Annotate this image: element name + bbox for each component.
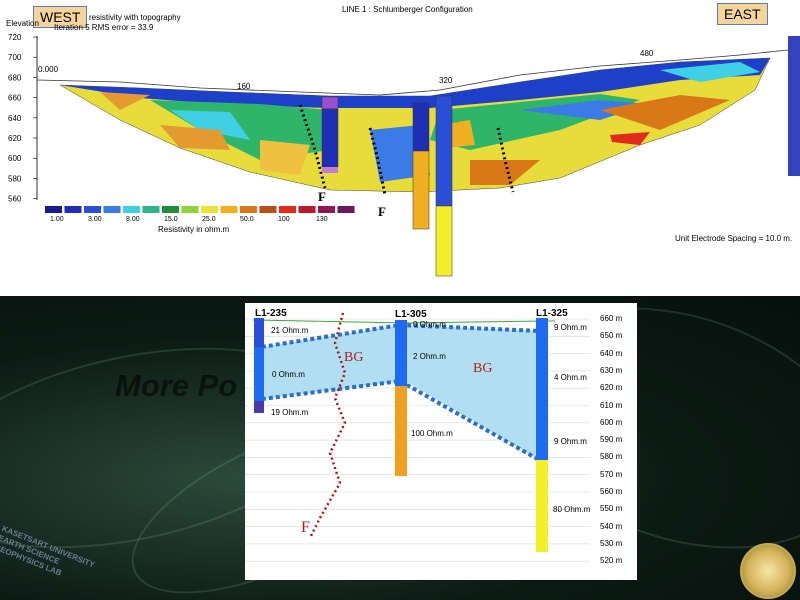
borehole-l1-325-yellow: [536, 460, 548, 552]
borehole-label-l1-325: L1-325: [536, 308, 568, 319]
legend-swatch: [84, 206, 101, 213]
legend-swatch: [240, 206, 257, 213]
resistivity-section-svg: 720 700 680 660 640 620 600 580 560 F F 1.00 3.0…: [8, 33, 800, 277]
resistivity-legend: 1.00 3.00 8.00 15.0 25.0 50.0 100 130: [45, 206, 355, 223]
zone-label-bg-1: BG: [344, 350, 364, 365]
borehole-3-upper: [435, 95, 453, 207]
elevation-tick: 590 m: [600, 435, 623, 445]
annotation-80-ohm: 80 Ohm.m: [553, 505, 591, 514]
y-axis-ticks: 720 700 680 660 640 620 600 580 560: [8, 33, 37, 204]
fault-label: F: [301, 519, 310, 536]
legend-value: 8.00: [126, 216, 140, 223]
elevation-tick: 650 m: [600, 331, 623, 341]
legend-value: 130: [316, 216, 328, 223]
y-tick-label: 560: [8, 195, 22, 204]
elevation-tick: 580 m: [600, 452, 623, 462]
elevation-tick: 550 m: [600, 504, 623, 514]
legend-swatch: [45, 206, 62, 213]
y-tick-label: 680: [8, 73, 22, 82]
legend-swatch: [162, 206, 179, 213]
legend-swatch: [279, 206, 296, 213]
borehole-l1-235-body: [254, 347, 264, 401]
section-title: LINE 1 : Schlumberger Configuration: [342, 5, 473, 14]
legend-caption: Resistivity in ohm.m: [158, 225, 230, 234]
borehole-3-lower: [435, 205, 453, 277]
annotation-100-ohm: 100 Ohm.m: [411, 429, 453, 438]
legend-value: 3.00: [88, 216, 102, 223]
resistivity-section-panel: 720 700 680 660 640 620 600 580 560 F F: [0, 0, 800, 296]
borehole-label-l1-305: L1-305: [395, 309, 427, 320]
borehole-1-upper: [321, 96, 339, 110]
annotation-19-ohm: 19 Ohm.m: [271, 408, 309, 417]
legend-value: 100: [278, 216, 290, 223]
borehole-l1-235-cap: [254, 318, 264, 347]
distance-label-0: 0.000: [38, 65, 59, 74]
legend-swatch: [318, 206, 335, 213]
annotation-9-ohm-a: 9 Ohm.m: [554, 323, 587, 332]
annotation-9-ohm-b: 9 Ohm.m: [554, 437, 587, 446]
borehole-1-lower: [321, 108, 339, 168]
elevation-tick: 610 m: [600, 400, 623, 410]
annotation-2-ohm: 2 Ohm.m: [413, 352, 446, 361]
subtitle-line-1: resistivity with topography: [89, 13, 181, 22]
legend-swatch: [123, 206, 140, 213]
electrode-spacing-note: Unit Electrode Spacing = 10.0 m.: [675, 234, 793, 243]
east-label: EAST: [717, 3, 768, 25]
legend-value: 25.0: [202, 216, 216, 223]
y-tick-label: 720: [8, 33, 22, 42]
legend-swatch: [201, 206, 218, 213]
elevation-tick: 620 m: [600, 383, 623, 393]
y-tick-label: 600: [8, 154, 22, 163]
legend-swatch: [142, 206, 160, 213]
borehole-2-upper: [412, 102, 430, 152]
annotation-0-ohm-a: 0 Ohm.m: [272, 370, 305, 379]
elevation-label: Elevation: [6, 19, 39, 28]
elevation-tick: 630 m: [600, 365, 623, 375]
legend-swatch: [220, 206, 238, 213]
annotation-0-ohm-b: 0 Ohm.m: [413, 320, 446, 329]
y-tick-label: 620: [8, 134, 22, 143]
fault-marker-1: F: [318, 189, 326, 204]
borehole-correlation-panel: L1-235 L1-305 L1-325 21 Ohm.m 0 Ohm.m 19…: [245, 303, 637, 580]
borehole-l1-305-orange: [395, 386, 407, 476]
elevation-tick: 560 m: [600, 487, 623, 496]
legend-swatch: [64, 206, 82, 213]
borehole-2-lower: [412, 150, 430, 230]
elevation-tick: 530 m: [600, 538, 623, 548]
zone-label-bg-2: BG: [473, 361, 493, 376]
university-logo: [740, 543, 796, 599]
borehole-l1-305-blue: [395, 320, 407, 386]
annotation-4-ohm: 4 Ohm.m: [554, 373, 587, 382]
fault-marker-2: F: [378, 204, 386, 219]
subtitle-line-2: Iteration 5 RMS error = 33.9: [54, 23, 154, 32]
distance-label-480: 480: [640, 49, 654, 58]
elevation-tick: 600 m: [600, 417, 623, 427]
elevation-tick: 540 m: [600, 521, 623, 531]
elevation-tick: 520 m: [600, 556, 623, 566]
legend-swatch: [298, 206, 316, 213]
legend-swatch: [259, 206, 277, 213]
y-tick-label: 580: [8, 174, 22, 183]
distance-label-320: 320: [439, 76, 453, 85]
distance-label-160: 160: [237, 82, 251, 91]
y-tick-label: 660: [8, 94, 22, 103]
legend-value: 1.00: [50, 216, 64, 223]
borehole-l1-325-blue: [536, 318, 548, 460]
legend-value: 50.0: [240, 216, 254, 223]
borehole-label-l1-235: L1-235: [255, 308, 287, 319]
legend-swatch: [103, 206, 121, 213]
y-tick-label: 640: [8, 114, 22, 123]
annotation-21-ohm: 21 Ohm.m: [271, 326, 309, 335]
legend-swatch: [337, 206, 355, 213]
elevation-tick: 660 m: [600, 314, 623, 323]
legend-value: 15.0: [164, 216, 178, 223]
legend-swatch: [181, 206, 199, 213]
elevation-tick: 640 m: [600, 348, 623, 358]
y-tick-label: 700: [8, 53, 22, 62]
elevation-tick: 570 m: [600, 469, 623, 479]
